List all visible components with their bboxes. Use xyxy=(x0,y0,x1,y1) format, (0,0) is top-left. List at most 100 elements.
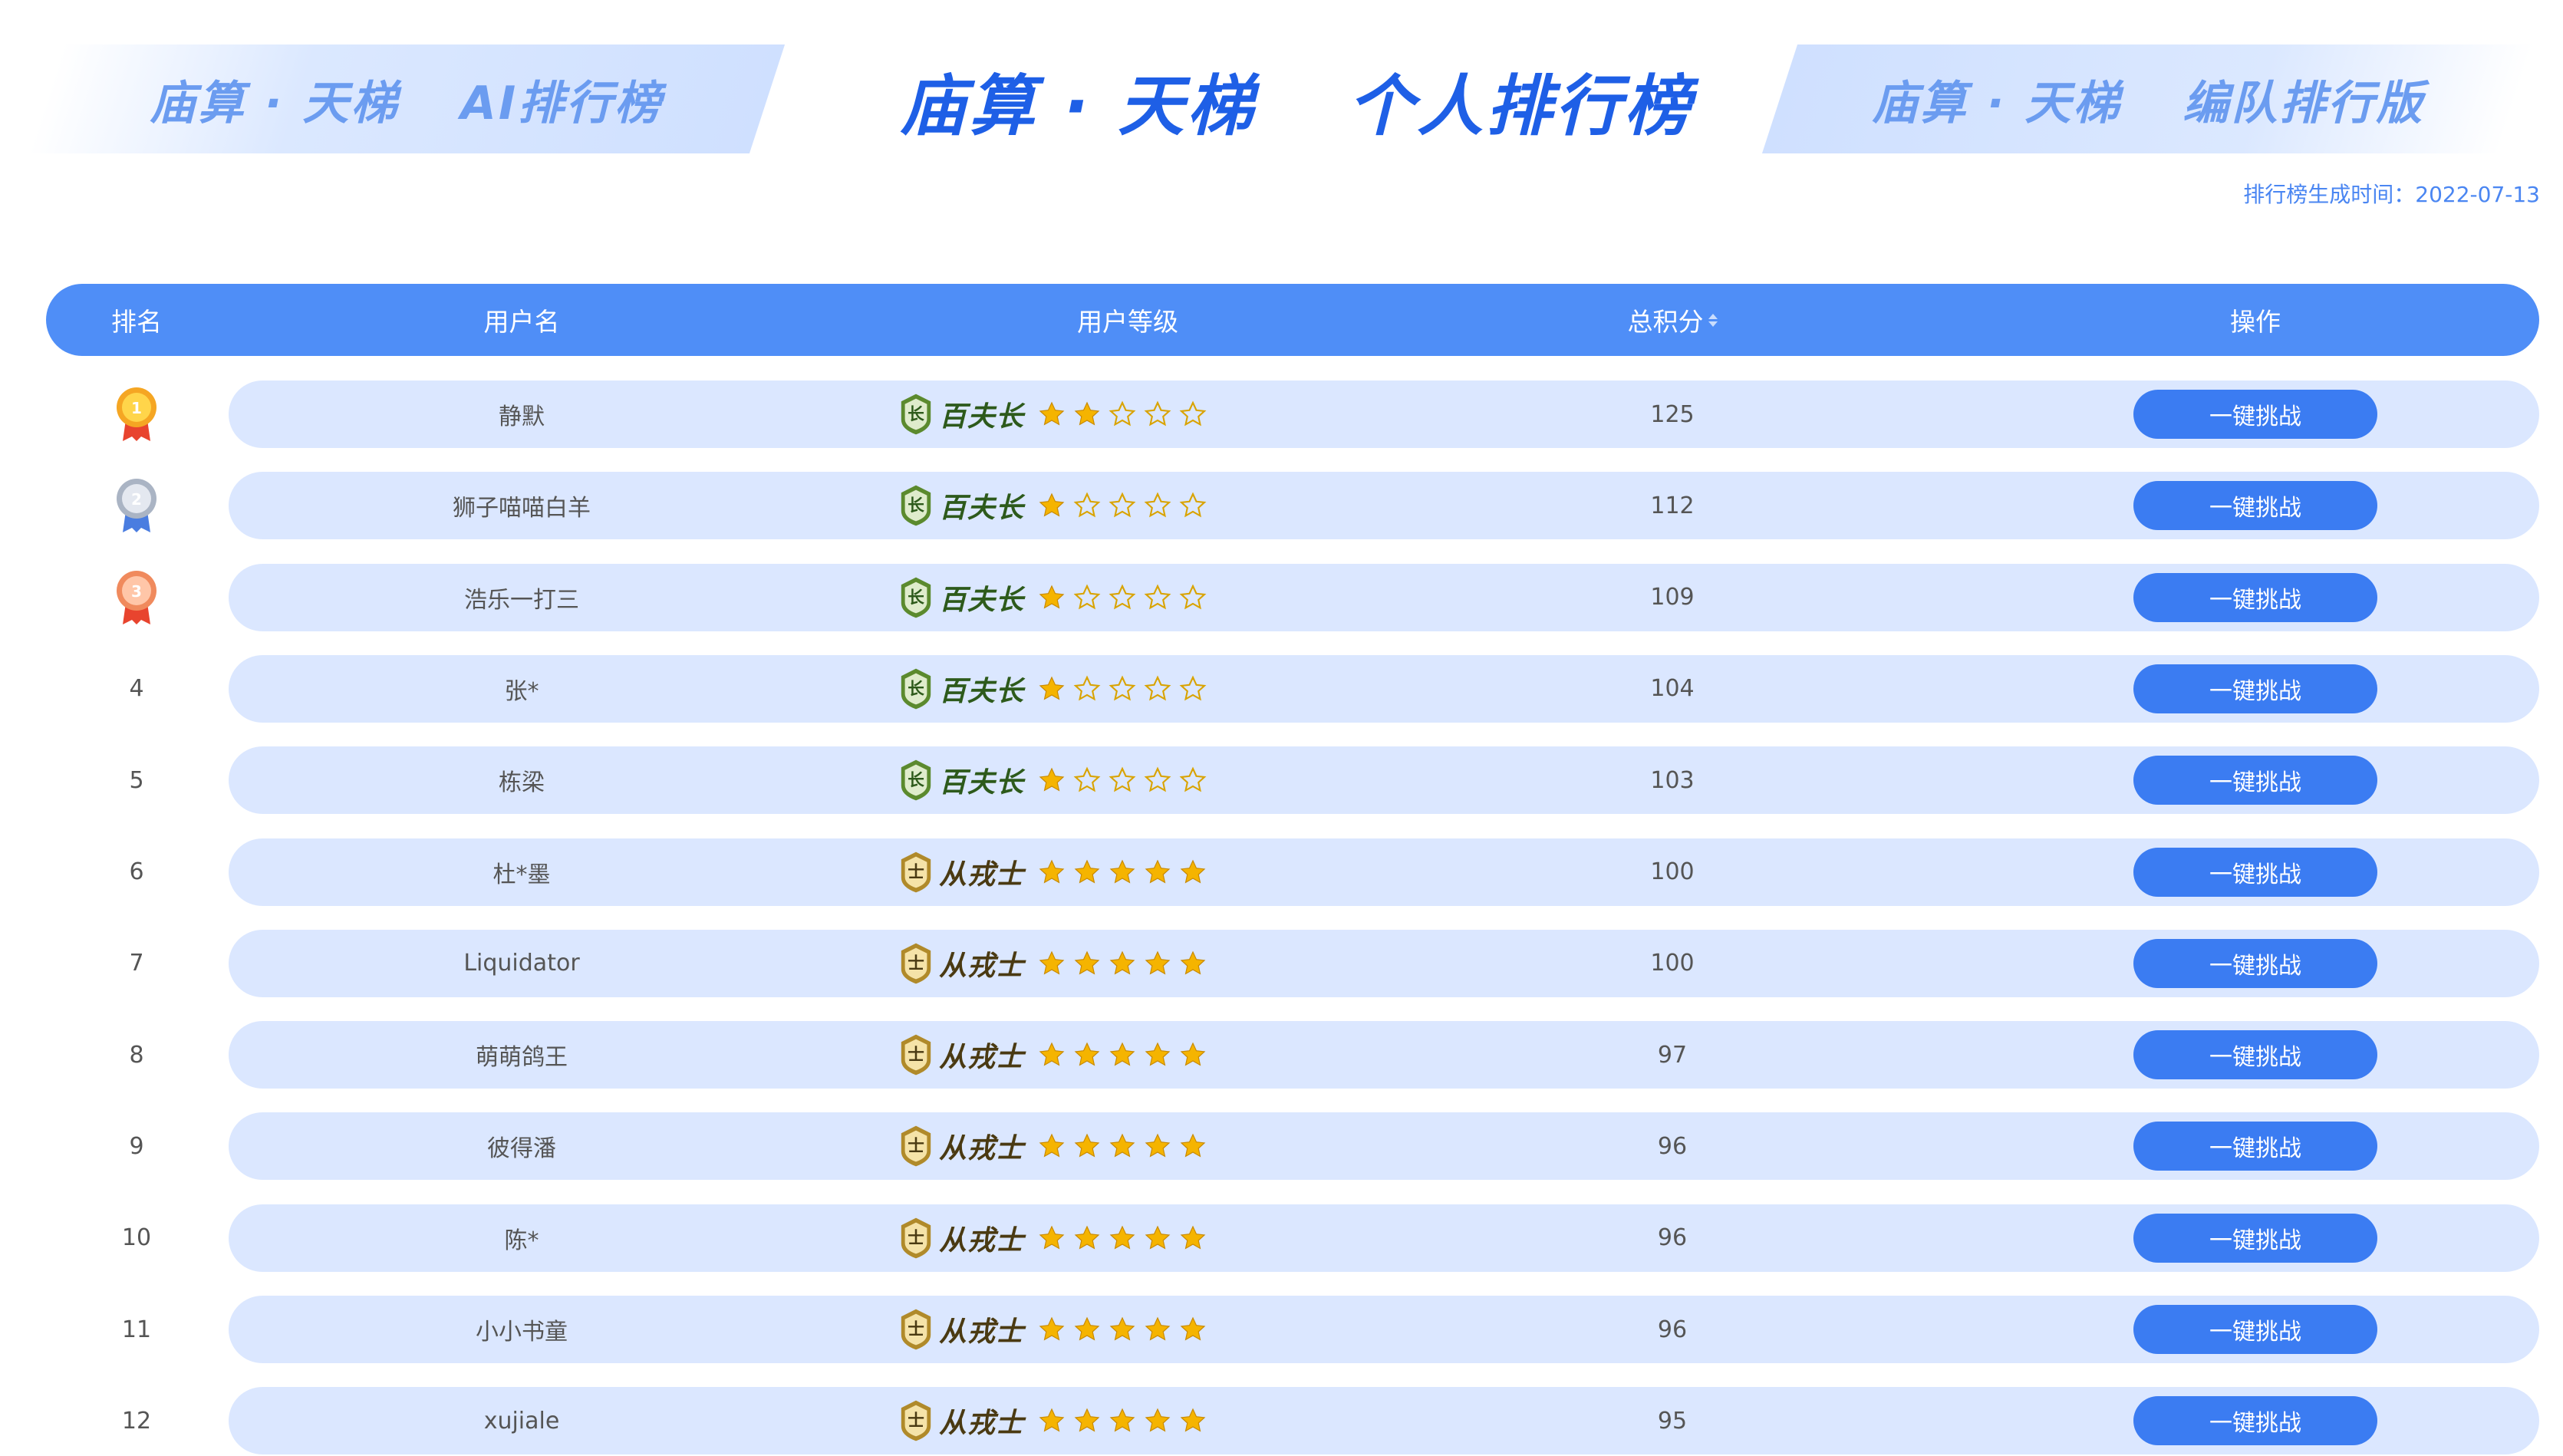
star-empty-icon xyxy=(1073,584,1101,610)
username: 静默 xyxy=(499,404,545,430)
challenge-button[interactable]: 一键挑战 xyxy=(2133,756,2377,805)
tab-team-label: 编队排行版 xyxy=(2183,76,2425,130)
star-empty-icon xyxy=(1073,675,1101,701)
user-level: 士从戎士 xyxy=(898,930,1296,997)
level-name: 从戎士 xyxy=(939,1042,1025,1074)
challenge-button[interactable]: 一键挑战 xyxy=(2133,481,2377,531)
total-score: 109 xyxy=(1650,584,1695,611)
challenge-button[interactable]: 一键挑战 xyxy=(2133,390,2377,439)
star-empty-icon xyxy=(1179,675,1207,701)
star-empty-icon xyxy=(1179,492,1207,518)
level-stars xyxy=(1038,950,1207,977)
user-level: 士从戎士 xyxy=(898,1387,1296,1454)
table-row: 3 浩乐一打三 长百夫长 109 一键挑战 xyxy=(0,563,2563,631)
star-filled-icon xyxy=(1145,1408,1171,1432)
star-empty-icon xyxy=(1144,675,1171,701)
star-empty-icon xyxy=(1144,584,1171,610)
star-filled-icon xyxy=(1039,401,1065,426)
star-filled-icon xyxy=(1145,1042,1171,1066)
star-filled-icon xyxy=(1039,1316,1065,1341)
sort-icon[interactable] xyxy=(1708,313,1718,327)
star-empty-icon xyxy=(1109,675,1136,701)
action-cell: 一键挑战 xyxy=(2133,1296,2378,1363)
username: 浩乐一打三 xyxy=(464,586,579,614)
challenge-button[interactable]: 一键挑战 xyxy=(2133,572,2377,622)
total-score: 104 xyxy=(1650,675,1695,703)
action-cell: 一键挑战 xyxy=(2133,472,2378,539)
challenge-button[interactable]: 一键挑战 xyxy=(2133,847,2377,897)
star-filled-icon xyxy=(1039,767,1065,792)
rank-number: 4 xyxy=(129,675,144,703)
gold-medal-icon: 1 xyxy=(117,387,156,441)
star-filled-icon xyxy=(1180,1225,1206,1250)
total-score: 100 xyxy=(1650,950,1695,977)
level-name: 从戎士 xyxy=(939,1316,1025,1348)
challenge-button[interactable]: 一键挑战 xyxy=(2133,1213,2377,1263)
table-row: 5 栋梁 长百夫长 103 一键挑战 xyxy=(0,746,2563,815)
star-filled-icon xyxy=(1074,1316,1100,1341)
header-level: 用户等级 xyxy=(1077,307,1178,337)
username: 栋梁 xyxy=(499,769,545,797)
challenge-button[interactable]: 一键挑战 xyxy=(2133,664,2377,713)
user-level: 长百夫长 xyxy=(898,746,1296,814)
level-stars xyxy=(1038,1132,1207,1160)
star-empty-icon xyxy=(1179,400,1207,427)
action-cell: 一键挑战 xyxy=(2133,1387,2378,1454)
level-stars xyxy=(1038,584,1207,611)
star-filled-icon xyxy=(1074,1225,1100,1250)
star-filled-icon xyxy=(1039,1225,1065,1250)
star-filled-icon xyxy=(1109,859,1135,884)
level-name: 从戎士 xyxy=(939,858,1025,891)
svg-text:士: 士 xyxy=(908,1229,924,1248)
star-filled-icon xyxy=(1074,1042,1100,1066)
star-empty-icon xyxy=(1073,766,1101,792)
user-level: 士从戎士 xyxy=(898,1021,1296,1089)
action-cell: 一键挑战 xyxy=(2133,838,2378,906)
challenge-button[interactable]: 一键挑战 xyxy=(2133,1305,2377,1354)
action-cell: 一键挑战 xyxy=(2133,380,2378,448)
star-filled-icon xyxy=(1145,1225,1171,1250)
star-filled-icon xyxy=(1145,1133,1171,1158)
star-filled-icon xyxy=(1180,950,1206,975)
svg-text:长: 长 xyxy=(908,588,924,608)
top-banner: 庙算 · 天梯 AI排行榜 庙算 · 天梯 个人排行榜 庙算 · 天梯 编队排行… xyxy=(0,0,2563,176)
rank-cell: 3 xyxy=(68,564,206,631)
user-level: 士从戎士 xyxy=(898,1112,1296,1180)
rank-number: 5 xyxy=(129,766,144,794)
header-score-label: 总积分 xyxy=(1627,307,1704,337)
rank-number: 8 xyxy=(129,1041,144,1069)
table-row: 9 彼得潘 士从戎士 96 一键挑战 xyxy=(0,1112,2563,1181)
level-name: 百夫长 xyxy=(939,767,1025,799)
tab-ai-leaderboard[interactable]: 庙算 · 天梯 AI排行榜 xyxy=(28,44,786,153)
tab-team-leaderboard[interactable]: 庙算 · 天梯 编队排行版 xyxy=(1761,44,2535,153)
header-score[interactable]: 总积分 xyxy=(1557,284,1787,356)
svg-text:士: 士 xyxy=(908,1046,924,1065)
user-level: 长百夫长 xyxy=(898,655,1296,723)
challenge-button[interactable]: 一键挑战 xyxy=(2133,938,2377,988)
level-stars xyxy=(1038,400,1207,428)
rank-number: 11 xyxy=(121,1316,152,1343)
total-score: 103 xyxy=(1650,766,1695,794)
level-name: 百夫长 xyxy=(939,401,1025,433)
star-filled-icon xyxy=(1180,859,1206,884)
star-filled-icon xyxy=(1074,950,1100,975)
rank-number: 10 xyxy=(121,1224,152,1252)
level-stars xyxy=(1038,1316,1207,1343)
rank-number: 7 xyxy=(129,950,144,977)
silver-medal-icon: 2 xyxy=(117,479,156,533)
level-name: 百夫长 xyxy=(939,584,1025,616)
star-filled-icon xyxy=(1180,1133,1206,1158)
star-empty-icon xyxy=(1073,492,1101,518)
rank-cell: 10 xyxy=(68,1204,206,1272)
star-filled-icon xyxy=(1109,1316,1135,1341)
username: 陈* xyxy=(504,1227,539,1254)
tab-personal-leaderboard[interactable]: 庙算 · 天梯 个人排行榜 xyxy=(875,46,1718,153)
star-filled-icon xyxy=(1039,676,1065,700)
star-filled-icon xyxy=(1109,1042,1135,1066)
challenge-button[interactable]: 一键挑战 xyxy=(2133,1030,2377,1080)
total-score: 96 xyxy=(1657,1132,1688,1160)
challenge-button[interactable]: 一键挑战 xyxy=(2133,1396,2377,1446)
rank-badge-soldier-icon: 士 xyxy=(901,1034,931,1076)
star-empty-icon xyxy=(1109,492,1136,518)
challenge-button[interactable]: 一键挑战 xyxy=(2133,1122,2377,1171)
